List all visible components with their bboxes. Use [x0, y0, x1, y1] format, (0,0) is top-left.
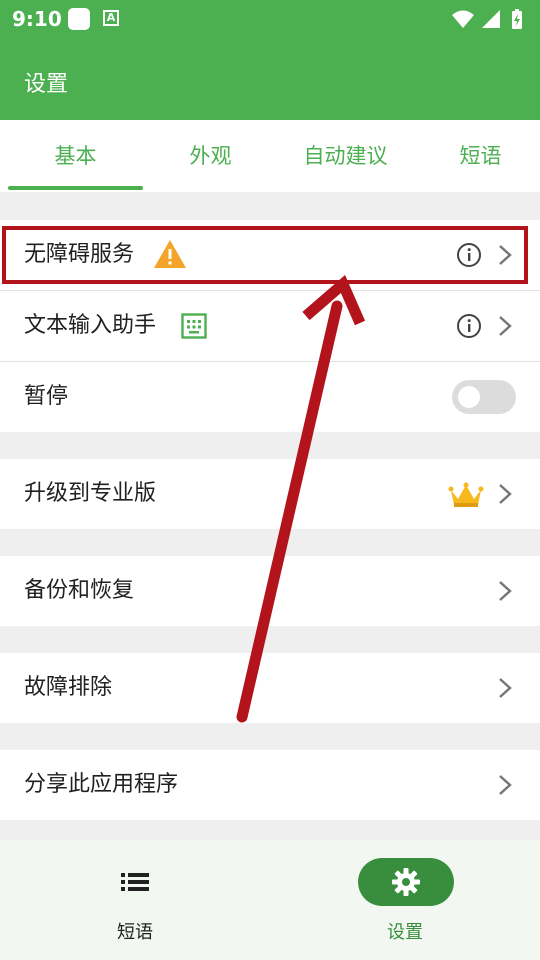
text-input-assistant-row[interactable]: 文本输入助手 [0, 291, 540, 361]
text-input-assistant-label: 文本输入助手 [24, 313, 157, 338]
keyboard-app-icon: A [103, 10, 119, 26]
upgrade-pro-row[interactable]: 升级到专业版 [0, 459, 540, 529]
tab-auto-suggest[interactable]: 自动建议 [278, 120, 413, 192]
gear-icon [392, 868, 420, 896]
share-app-label: 分享此应用程序 [24, 772, 179, 797]
chevron-right-icon [499, 484, 512, 504]
app-bar: 设置 [0, 38, 540, 120]
status-bar: 9:10 A [0, 0, 540, 38]
upgrade-pro-label: 升级到专业版 [24, 481, 157, 506]
pause-toggle[interactable] [452, 380, 516, 414]
signal-icon [482, 10, 500, 28]
battery-icon [512, 9, 522, 29]
backup-restore-row[interactable]: 备份和恢复 [0, 556, 540, 626]
pause-label: 暂停 [24, 384, 69, 409]
pause-row: 暂停 [0, 362, 540, 432]
troubleshoot-label: 故障排除 [24, 675, 113, 700]
chevron-right-icon [499, 316, 512, 336]
nav-active-indicator [358, 858, 454, 906]
nav-phrases[interactable]: 短语 [0, 840, 270, 960]
page-title: 设置 [24, 72, 69, 97]
bottom-navigation: 短语 设置 [0, 840, 540, 960]
keyboard-icon [181, 313, 207, 339]
toggle-knob [458, 386, 480, 408]
troubleshoot-row[interactable]: 故障排除 [0, 653, 540, 723]
tab-phrases[interactable]: 短语 [413, 120, 540, 192]
notification-icon [68, 8, 90, 30]
list-icon [121, 873, 149, 891]
nav-settings[interactable]: 设置 [270, 840, 540, 960]
annotation-highlight-box [2, 226, 528, 284]
nav-phrases-label: 短语 [117, 922, 153, 943]
tab-bar: 基本 外观 自动建议 短语 [0, 120, 540, 192]
wifi-icon [452, 10, 474, 28]
chevron-right-icon [499, 581, 512, 601]
tab-appearance[interactable]: 外观 [143, 120, 278, 192]
crown-icon [448, 482, 484, 507]
status-icons [452, 9, 522, 29]
backup-restore-label: 备份和恢复 [24, 578, 135, 603]
tab-indicator [8, 186, 143, 190]
chevron-right-icon [499, 678, 512, 698]
nav-settings-label: 设置 [387, 922, 423, 943]
tab-basic[interactable]: 基本 [8, 120, 143, 192]
status-time: 9:10 [12, 7, 62, 31]
share-app-row[interactable]: 分享此应用程序 [0, 750, 540, 820]
info-icon[interactable] [456, 313, 482, 339]
chevron-right-icon [499, 775, 512, 795]
